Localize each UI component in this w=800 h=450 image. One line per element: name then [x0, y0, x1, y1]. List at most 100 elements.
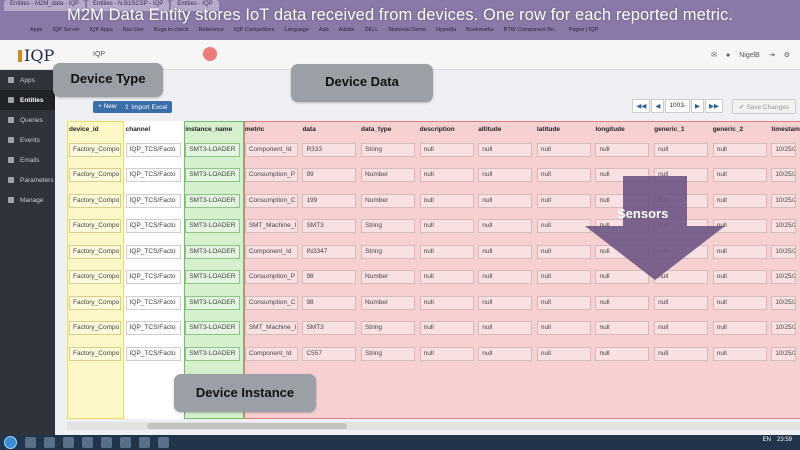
new-entity-button[interactable]: + New: [93, 101, 122, 113]
cell-input[interactable]: null: [419, 193, 474, 208]
cell-input[interactable]: Factory_Compo: [69, 321, 121, 336]
cell-input[interactable]: IQP_TCS/Facto: [125, 270, 181, 285]
cell-input[interactable]: SMT3-LOADER: [185, 295, 241, 310]
cell-input[interactable]: null: [419, 270, 474, 285]
column-header-generic-2[interactable]: generic_2: [711, 121, 770, 137]
cell-input[interactable]: 10/25/2: [771, 168, 797, 183]
cell-input[interactable]: IQP_TCS/Facto: [125, 168, 181, 183]
cell-input[interactable]: Number: [361, 193, 416, 208]
column-header-channel[interactable]: channel: [124, 121, 184, 137]
cell-input[interactable]: SMT3-LOADER: [185, 321, 241, 336]
cell-input[interactable]: SMT3-LOADER: [185, 346, 241, 361]
cell-input[interactable]: null: [712, 295, 767, 310]
bookmark-item[interactable]: DELL: [365, 27, 379, 39]
cell-input[interactable]: null: [478, 270, 533, 285]
cell-input[interactable]: null: [419, 346, 474, 361]
cell-input[interactable]: IQP_TCS/Facto: [125, 295, 181, 310]
settings-icon[interactable]: ⚙: [784, 51, 790, 59]
logout-icon[interactable]: ⇥: [769, 51, 775, 59]
cell-input[interactable]: IN3347: [302, 244, 357, 259]
column-header-altitude[interactable]: altitude: [476, 121, 535, 137]
cell-input[interactable]: Number: [361, 295, 416, 310]
bookmark-item[interactable]: BTW Component Bo...: [504, 27, 559, 39]
bookmark-item[interactable]: Language: [284, 27, 308, 39]
cell-input[interactable]: null: [712, 346, 767, 361]
cell-input[interactable]: Factory_Compo: [69, 219, 121, 234]
cell-input[interactable]: String: [361, 346, 416, 361]
import-excel-button[interactable]: ⇪ Import Excel: [119, 101, 173, 113]
cell-input[interactable]: C557: [302, 346, 357, 361]
taskbar-app-icon[interactable]: [25, 437, 36, 448]
cell-input[interactable]: Factory_Compo: [69, 193, 121, 208]
bookmark-item[interactable]: IQP Server: [53, 27, 80, 39]
cell-input[interactable]: 10/25/2: [771, 321, 797, 336]
cell-input[interactable]: null: [478, 321, 533, 336]
cell-input[interactable]: 99: [302, 168, 357, 183]
cell-input[interactable]: null: [536, 346, 591, 361]
cell-input[interactable]: IQP_TCS/Facto: [125, 321, 181, 336]
cell-input[interactable]: null: [536, 193, 591, 208]
cell-input[interactable]: null: [478, 219, 533, 234]
cell-input[interactable]: null: [595, 295, 650, 310]
bookmark-item[interactable]: Bugs to check: [154, 27, 189, 39]
cell-input[interactable]: 10/25/2: [771, 346, 797, 361]
column-header-longitude[interactable]: longitude: [593, 121, 652, 137]
cell-input[interactable]: null: [478, 193, 533, 208]
last-page-button[interactable]: ▶▶: [705, 99, 723, 113]
cell-input[interactable]: null: [654, 295, 709, 310]
cell-input[interactable]: null: [536, 295, 591, 310]
cell-input[interactable]: null: [478, 295, 533, 310]
sidebar-item-apps[interactable]: Apps: [0, 70, 55, 90]
cell-input[interactable]: SMT3-LOADER: [185, 142, 241, 157]
start-button-icon[interactable]: [4, 436, 17, 449]
cell-input[interactable]: null: [595, 142, 650, 157]
cell-input[interactable]: SMT3-LOADER: [185, 168, 241, 183]
taskbar-app-icon[interactable]: [82, 437, 93, 448]
bookmark-item[interactable]: Ada: [319, 27, 329, 39]
cell-input[interactable]: Component_Id: [244, 346, 298, 361]
cell-input[interactable]: null: [536, 142, 591, 157]
bookmark-item[interactable]: Hypedia: [436, 27, 456, 39]
cell-input[interactable]: Factory_Compo: [69, 295, 121, 310]
clock[interactable]: 23:59: [777, 437, 792, 443]
cell-input[interactable]: 199: [302, 193, 357, 208]
column-header-metric[interactable]: metric: [243, 121, 301, 137]
cell-input[interactable]: null: [536, 168, 591, 183]
cell-input[interactable]: IQP_TCS/Facto: [125, 346, 181, 361]
cell-input[interactable]: IQP_TCS/Facto: [125, 244, 181, 259]
cell-input[interactable]: String: [361, 219, 416, 234]
cell-input[interactable]: null: [536, 270, 591, 285]
cell-input[interactable]: null: [478, 346, 533, 361]
breadcrumb[interactable]: IQP: [93, 51, 105, 58]
taskbar-app-icon[interactable]: [63, 437, 74, 448]
column-header-generic-1[interactable]: generic_1: [652, 121, 711, 137]
cell-input[interactable]: null: [536, 244, 591, 259]
cell-input[interactable]: null: [654, 346, 709, 361]
cell-input[interactable]: Factory_Compo: [69, 270, 121, 285]
bookmark-item[interactable]: IQP Apps: [90, 27, 113, 39]
bookmark-item[interactable]: Reference: [198, 27, 223, 39]
cell-input[interactable]: null: [712, 321, 767, 336]
cell-input[interactable]: null: [536, 321, 591, 336]
cell-input[interactable]: IQP_TCS/Facto: [125, 193, 181, 208]
cell-input[interactable]: null: [536, 219, 591, 234]
column-header-latitude[interactable]: latitude: [535, 121, 594, 137]
bookmark-item[interactable]: IQP Competitors: [234, 27, 275, 39]
taskbar-app-icon[interactable]: [44, 437, 55, 448]
cell-input[interactable]: null: [654, 142, 709, 157]
column-header-instance-name[interactable]: instance_name: [183, 121, 243, 137]
cell-input[interactable]: SMT3: [302, 219, 357, 234]
bookmark-item[interactable]: Pages | IQP: [569, 27, 599, 39]
cell-input[interactable]: 10/25/2: [771, 270, 797, 285]
cell-input[interactable]: Component_Id: [244, 244, 298, 259]
bookmark-item[interactable]: Bookmarks: [466, 27, 494, 39]
horizontal-scrollbar[interactable]: [67, 422, 800, 430]
cell-input[interactable]: Factory_Compo: [69, 244, 121, 259]
taskbar-app-icon[interactable]: [139, 437, 150, 448]
cell-input[interactable]: null: [419, 168, 474, 183]
cell-input[interactable]: null: [595, 321, 650, 336]
cell-input[interactable]: Consumption_P: [244, 270, 298, 285]
taskbar-app-icon[interactable]: [158, 437, 169, 448]
taskbar-app-icon[interactable]: [101, 437, 112, 448]
scrollbar-thumb[interactable]: [147, 423, 347, 429]
